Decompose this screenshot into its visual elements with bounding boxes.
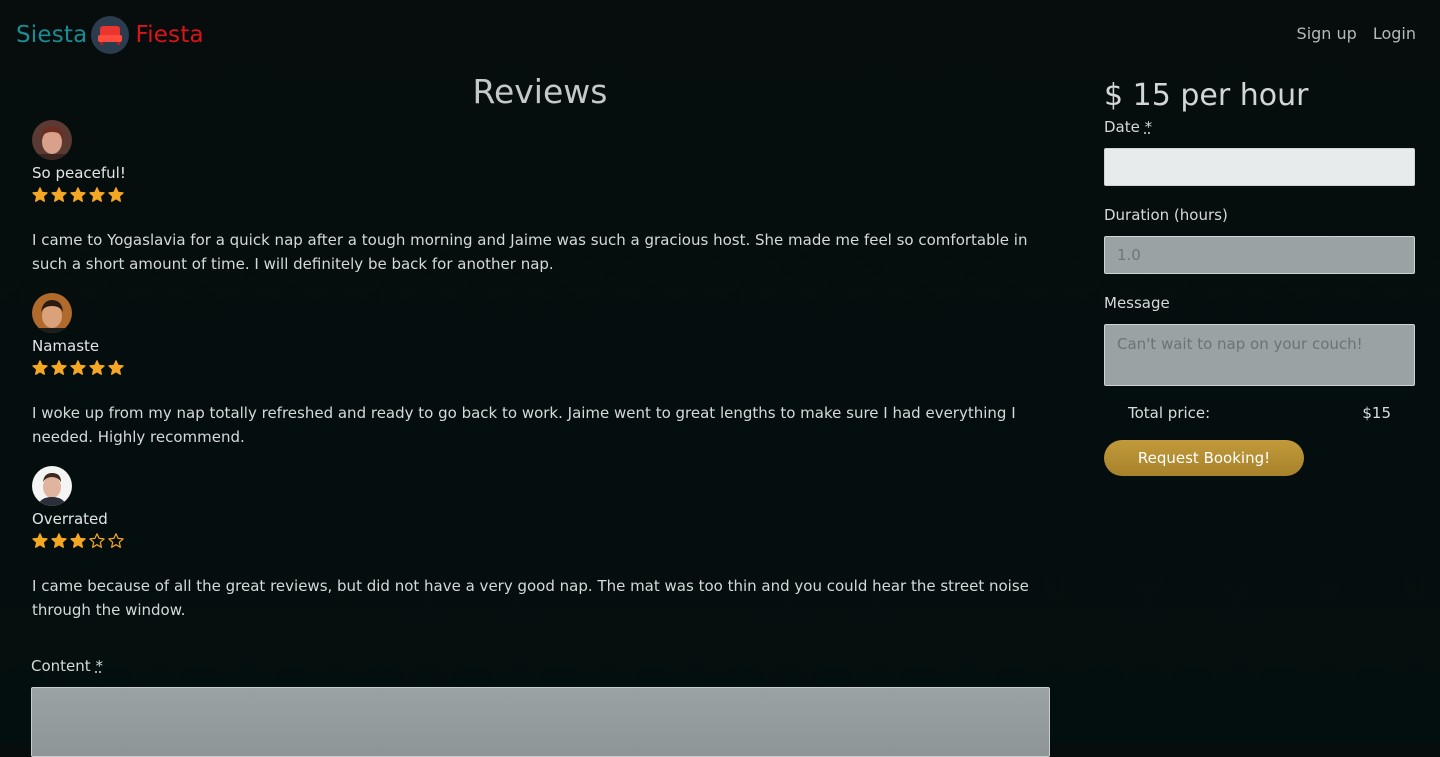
reviewer-avatar — [32, 120, 72, 160]
review-title: Namaste — [32, 337, 100, 355]
review-item: So peaceful! I came to Yogaslavia for a … — [32, 120, 1042, 276]
star-filled-icon — [32, 533, 48, 548]
reviews-heading: Reviews — [472, 72, 608, 111]
star-filled-icon — [32, 360, 48, 375]
total-price-label: Total price: — [1128, 404, 1211, 422]
message-textarea[interactable]: Can't wait to nap on your couch! — [1104, 324, 1415, 386]
message-label: Message — [1104, 294, 1170, 312]
total-price-value: $15 — [1362, 404, 1391, 422]
brand-name-siesta: Siesta — [16, 22, 88, 48]
required-mark: * — [95, 657, 103, 675]
review-body: I came to Yogaslavia for a quick nap aft… — [32, 231, 1028, 273]
booking-panel: $ 15 per hour Date * Duration (hours) 1.… — [1104, 74, 1415, 476]
star-filled-icon — [89, 360, 105, 375]
content-label: Content * — [31, 657, 103, 675]
duration-label: Duration (hours) — [1104, 206, 1228, 224]
signup-link[interactable]: Sign up — [1297, 24, 1357, 43]
review-title: Overrated — [32, 510, 108, 528]
star-filled-icon — [51, 360, 67, 375]
review-title: So peaceful! — [32, 164, 126, 182]
reviewer-avatar — [32, 293, 72, 333]
duration-input[interactable]: 1.0 — [1104, 236, 1415, 274]
star-empty-icon — [89, 533, 105, 548]
star-filled-icon — [70, 187, 86, 202]
nav-links: Sign up Login — [1297, 24, 1416, 43]
review-item: Namaste I woke up from my nap totally re… — [32, 293, 1042, 449]
brand-name-fiesta: Fiesta — [135, 22, 204, 48]
brand-logo[interactable]: Siesta Fiesta — [16, 14, 204, 56]
review-item: Overrated I came because of all the grea… — [32, 466, 1042, 622]
login-link[interactable]: Login — [1373, 24, 1416, 43]
star-filled-icon — [70, 360, 86, 375]
total-price-row: Total price: $15 — [1104, 404, 1415, 422]
date-input[interactable] — [1104, 148, 1415, 186]
review-body: I came because of all the great reviews,… — [32, 577, 1029, 619]
star-rating — [32, 530, 1042, 552]
star-empty-icon — [108, 533, 124, 548]
star-filled-icon — [89, 187, 105, 202]
request-booking-button[interactable]: Request Booking! — [1104, 440, 1304, 476]
content-label-text: Content — [31, 657, 91, 675]
price-per-hour: $ 15 per hour — [1104, 78, 1309, 113]
reviewer-avatar — [32, 466, 72, 506]
required-mark: * — [1144, 118, 1153, 136]
review-content-textarea[interactable] — [31, 687, 1050, 757]
sofa-icon — [91, 16, 130, 54]
star-filled-icon — [108, 360, 124, 375]
star-rating — [32, 184, 1042, 206]
navbar: Siesta Fiesta Sign up Login — [0, 0, 1440, 70]
star-filled-icon — [108, 187, 124, 202]
star-filled-icon — [32, 187, 48, 202]
star-filled-icon — [51, 187, 67, 202]
review-body: I woke up from my nap totally refreshed … — [32, 404, 1016, 446]
star-filled-icon — [70, 533, 86, 548]
date-label-text: Date — [1104, 118, 1140, 136]
star-filled-icon — [51, 533, 67, 548]
date-label: Date * — [1104, 118, 1415, 136]
star-rating — [32, 357, 1042, 379]
